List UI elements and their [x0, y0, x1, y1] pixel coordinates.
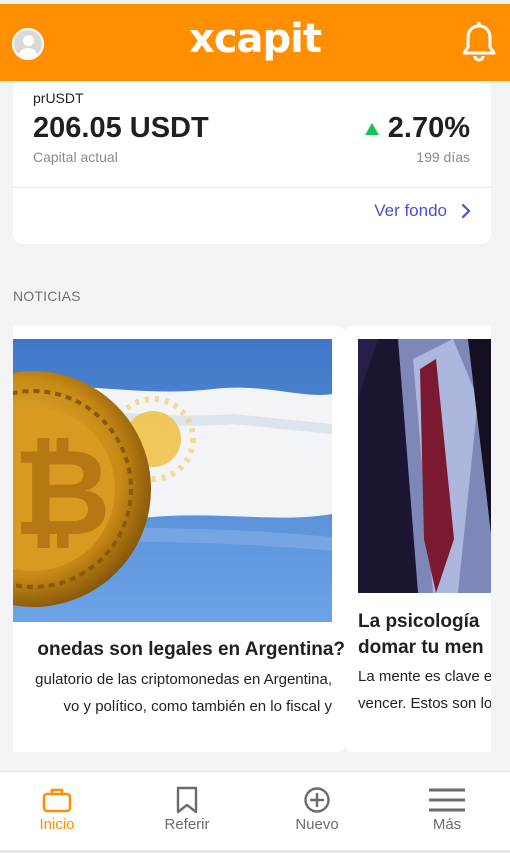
trend-up-icon [365, 123, 379, 135]
bottom-nav: Inicio Referir Nuevo Más [0, 771, 510, 853]
capital-label: Capital actual [33, 149, 118, 165]
plus-circle-icon [304, 787, 330, 813]
card-divider [13, 187, 491, 188]
news-excerpt: La mente es clave e vencer. Estos son lo [358, 668, 491, 712]
app-logo: xcapit [189, 16, 322, 62]
news-image-businessman [358, 339, 491, 593]
news-carousel[interactable]: ₿ onedas son legales en Argentina? gulat… [13, 326, 491, 752]
status-strip [0, 0, 510, 4]
nav-label: Nuevo [295, 816, 339, 833]
news-title: onedas son legales en Argentina? [37, 639, 345, 660]
chevron-right-icon [461, 204, 471, 218]
menu-icon [429, 788, 465, 812]
nav-item-nuevo[interactable]: Nuevo [267, 786, 367, 833]
nav-item-referir[interactable]: Referir [137, 786, 237, 833]
news-image-bitcoin-argentina: ₿ [13, 339, 332, 622]
nav-label: Referir [164, 816, 210, 833]
app-header: xcapit [0, 0, 510, 81]
news-section-title: NOTICIAS [13, 288, 81, 304]
fund-card[interactable]: prUSDT 206.05 USDT Capital actual 2.70% … [13, 81, 491, 244]
nav-item-mas[interactable]: Más [397, 786, 497, 833]
fund-amount: 206.05 USDT [33, 112, 209, 144]
ver-fondo-label: Ver fondo [374, 201, 447, 220]
news-card[interactable]: ₿ onedas son legales en Argentina? gulat… [13, 326, 345, 752]
ver-fondo-link[interactable]: Ver fondo [374, 201, 471, 221]
fund-performance: 2.70% [387, 112, 470, 144]
bell-icon[interactable] [461, 22, 497, 62]
news-excerpt-line: vo y político, como también en lo fiscal… [63, 698, 332, 715]
nav-item-inicio[interactable]: Inicio [7, 786, 107, 833]
fund-name: prUSDT [33, 90, 84, 106]
nav-label: Inicio [39, 816, 75, 833]
svg-text:₿: ₿ [13, 424, 111, 563]
briefcase-icon [42, 788, 72, 813]
news-excerpt-line: gulatorio de las criptomonedas en Argent… [35, 671, 332, 688]
fund-days: 199 días [416, 149, 470, 165]
news-title: La psicología domar tu men [358, 611, 484, 658]
nav-label: Más [432, 816, 462, 833]
news-card[interactable]: La psicología domar tu men La mente es c… [345, 326, 491, 752]
news-excerpt: gulatorio de las criptomonedas en Argent… [35, 666, 332, 720]
bookmark-icon [176, 786, 198, 814]
